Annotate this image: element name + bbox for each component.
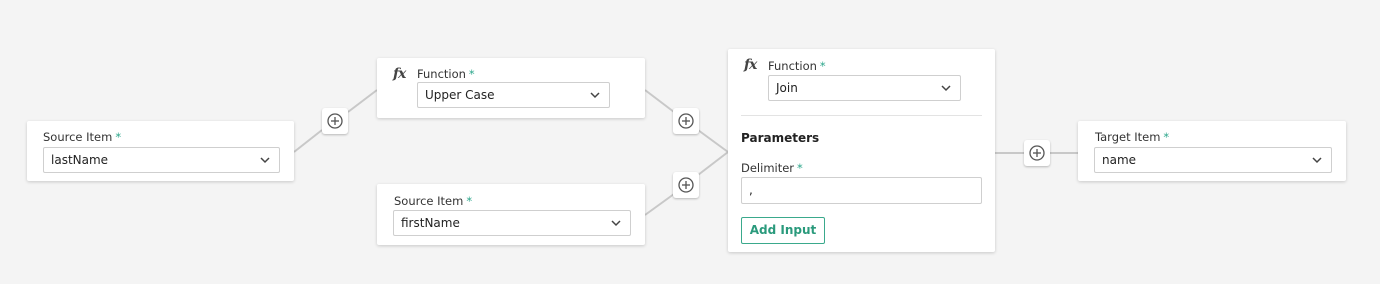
- delimiter-input[interactable]: ,: [741, 177, 982, 204]
- source-item-card-lastname: Source Item * lastName: [27, 121, 294, 181]
- function-select[interactable]: Join: [768, 75, 961, 101]
- delimiter-label: Delimiter *: [741, 161, 803, 175]
- fx-icon: fx: [393, 66, 406, 82]
- function-label: Function *: [417, 67, 475, 81]
- target-item-value: name: [1102, 153, 1137, 167]
- source-item-select[interactable]: lastName: [43, 147, 280, 173]
- plus-circle-icon: [1029, 145, 1045, 161]
- fx-icon: fx: [744, 57, 757, 73]
- parameters-title: Parameters: [741, 131, 820, 145]
- source-item-card-firstname: Source Item * firstName: [377, 184, 645, 245]
- plus-circle-icon: [327, 113, 343, 129]
- required-marker: *: [819, 59, 826, 73]
- function-card-join: fx Function * Join Parameters Delimiter * …: [728, 49, 995, 252]
- chevron-down-icon: [941, 85, 951, 92]
- function-value: Upper Case: [425, 88, 495, 102]
- chevron-down-icon: [1312, 157, 1322, 164]
- wire-plus-to-join-top: [697, 129, 729, 153]
- source-item-value: lastName: [51, 153, 109, 167]
- source-item-select[interactable]: firstName: [393, 210, 631, 236]
- required-marker: *: [797, 161, 803, 175]
- wire-plus-to-join-bottom: [697, 151, 729, 176]
- function-label: Function *: [768, 59, 826, 73]
- chevron-down-icon: [260, 157, 270, 164]
- mapping-canvas: Source Item * lastName fx Function * Upper…: [0, 0, 1380, 284]
- target-item-card: Target Item * name: [1078, 121, 1346, 181]
- required-marker: *: [468, 67, 475, 81]
- function-select[interactable]: Upper Case: [417, 82, 610, 108]
- add-step-button-3[interactable]: [673, 172, 699, 198]
- required-marker: *: [115, 130, 122, 144]
- plus-circle-icon: [678, 113, 694, 129]
- wire-upper-to-plus: [644, 89, 675, 113]
- source-item-label: Source Item *: [394, 194, 473, 208]
- required-marker: *: [466, 194, 473, 208]
- target-item-select[interactable]: name: [1094, 147, 1332, 173]
- chevron-down-icon: [590, 92, 600, 99]
- function-value: Join: [776, 81, 798, 95]
- chevron-down-icon: [611, 220, 621, 227]
- add-step-button-1[interactable]: [322, 108, 348, 134]
- function-card-upper-case: fx Function * Upper Case: [377, 58, 645, 118]
- add-input-button[interactable]: Add Input: [741, 217, 825, 244]
- required-marker: *: [1163, 130, 1170, 144]
- wire-first-to-plus: [644, 193, 675, 216]
- source-item-label: Source Item *: [43, 130, 122, 144]
- section-divider: [741, 115, 982, 116]
- plus-circle-icon: [678, 177, 694, 193]
- source-item-value: firstName: [401, 216, 460, 230]
- wire-plus-to-upper: [347, 89, 378, 113]
- add-step-button-4[interactable]: [1024, 140, 1050, 166]
- wire-source-last-to-plus: [293, 129, 323, 153]
- target-item-label: Target Item *: [1095, 130, 1170, 144]
- add-step-button-2[interactable]: [673, 108, 699, 134]
